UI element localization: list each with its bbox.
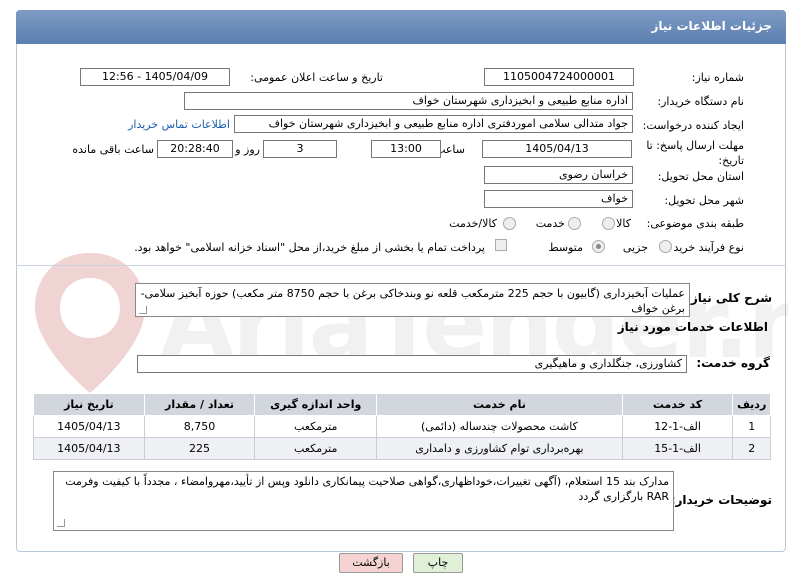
category-radio-goods-service[interactable]: [503, 217, 516, 230]
buyer-notes-field[interactable]: مدارک بند 15 استعلام، (آگهی تغییرات،خودا…: [53, 471, 674, 531]
table-row[interactable]: 2 الف-1-15 بهره‌برداری توام کشاورزی و دا…: [33, 437, 771, 460]
panel-header: جزئیات اطلاعات نیاز: [16, 10, 786, 44]
process-option-partial: جزیی: [622, 241, 648, 254]
creator-field[interactable]: جواد متدالی سلامی اموردفتری اداره منابع …: [234, 115, 633, 133]
col-header-row-number: ردیف: [732, 393, 771, 416]
days-label: روز و: [235, 143, 260, 156]
category-radio-goods[interactable]: [602, 217, 615, 230]
cell-need-date: 1405/04/13: [33, 415, 145, 438]
announce-label: تاریخ و ساعت اعلان عمومی:: [250, 71, 383, 84]
buyer-field[interactable]: اداره منابع طبیعی و ابخیزداری شهرستان خو…: [184, 92, 633, 110]
process-label: نوع فرآیند خرید :: [666, 241, 744, 254]
buyer-label: نام دستگاه خریدار:: [657, 95, 744, 108]
buyer-notes-label: توضیحات خریدار:: [670, 493, 772, 507]
cell-quantity: 8,750: [143, 415, 256, 438]
city-field[interactable]: خواف: [484, 190, 633, 208]
section-divider: [16, 265, 786, 266]
category-option-goods-service: کالا/خدمت: [449, 217, 497, 230]
process-radio-medium[interactable]: [592, 240, 605, 253]
deadline-date-field[interactable]: 1405/04/13: [482, 140, 632, 158]
category-label: طبقه بندی موضوعی:: [646, 217, 744, 230]
cell-service-code: الف-1-15: [621, 437, 734, 460]
service-group-field[interactable]: کشاورزی، جنگلداری و ماهیگیری: [137, 355, 687, 373]
table-row[interactable]: 1 الف-1-12 کاشت محصولات چندساله (دائمی) …: [33, 415, 771, 438]
cell-row-number: 1: [732, 415, 771, 438]
category-option-goods: کالا: [616, 217, 631, 230]
services-table-header: ردیف کد خدمت نام خدمت واحد اندازه گیری ت…: [33, 393, 771, 416]
col-header-unit: واحد اندازه گیری: [254, 393, 378, 416]
deadline-label: مهلت ارسال پاسخ: تا تاریخ:: [646, 139, 744, 167]
cell-unit: مترمکعب: [254, 415, 378, 438]
treasury-payment-note: پرداخت تمام یا بخشی از مبلغ خرید،از محل …: [134, 241, 485, 254]
process-option-medium: متوسط: [548, 241, 583, 254]
announce-datetime-field[interactable]: 1405/04/09 - 12:56: [80, 68, 230, 86]
cell-need-date: 1405/04/13: [33, 437, 145, 460]
need-number-field[interactable]: 1105004724000001: [484, 68, 634, 86]
col-header-need-date: تاریخ نیاز: [33, 393, 145, 416]
col-header-service-name: نام خدمت: [376, 393, 623, 416]
service-group-label: گروه خدمت:: [696, 356, 770, 370]
process-radio-partial[interactable]: [659, 240, 672, 253]
watermark-logo-icon: [35, 253, 145, 393]
description-field[interactable]: عملیات آبخیزداری (گابیون با حجم 225 مترم…: [135, 283, 690, 317]
cell-service-name: کاشت محصولات چندساله (دائمی): [376, 415, 623, 438]
description-resize-handle[interactable]: [139, 306, 147, 314]
city-label: شهر محل تحویل:: [664, 194, 744, 207]
treasury-payment-checkbox[interactable]: [495, 239, 507, 251]
creator-label: ایجاد کننده درخواست:: [642, 119, 744, 132]
panel-title: جزئیات اطلاعات نیاز: [651, 19, 772, 33]
category-option-service: خدمت: [535, 217, 565, 230]
col-header-quantity: تعداد / مقدار: [143, 393, 256, 416]
province-field[interactable]: خراسان رضوی: [484, 166, 633, 184]
days-field[interactable]: 3: [263, 140, 337, 158]
province-label: استان محل تحویل:: [657, 170, 744, 183]
remaining-time-field[interactable]: 20:28:40: [157, 140, 233, 158]
cell-row-number: 2: [732, 437, 771, 460]
back-button[interactable]: بازگشت: [339, 553, 403, 573]
services-table: ردیف کد خدمت نام خدمت واحد اندازه گیری ت…: [33, 393, 771, 460]
remaining-label: ساعت باقی مانده: [72, 143, 154, 156]
cell-unit: مترمکعب: [254, 437, 378, 460]
contact-info-link[interactable]: اطلاعات تماس خریدار: [128, 118, 230, 131]
category-radio-service[interactable]: [568, 217, 581, 230]
col-header-service-code: کد خدمت: [621, 393, 734, 416]
deadline-time-field[interactable]: 13:00: [371, 140, 441, 158]
need-number-label: شماره نیاز:: [691, 71, 744, 84]
description-label: شرح کلی نیاز:: [686, 291, 772, 305]
cell-service-name: بهره‌برداری توام کشاورزی و دامداری: [376, 437, 623, 460]
print-button[interactable]: چاپ: [413, 553, 463, 573]
buyer-notes-resize-handle[interactable]: [57, 519, 65, 527]
cell-service-code: الف-1-12: [621, 415, 734, 438]
description-text: عملیات آبخیزداری (گابیون با حجم 225 مترم…: [140, 287, 685, 315]
buyer-notes-text: مدارک بند 15 استعلام، (آگهی تغییرات،خودا…: [65, 475, 669, 503]
cell-quantity: 225: [143, 437, 256, 460]
services-section-title: اطلاعات خدمات مورد نیاز: [617, 320, 768, 334]
